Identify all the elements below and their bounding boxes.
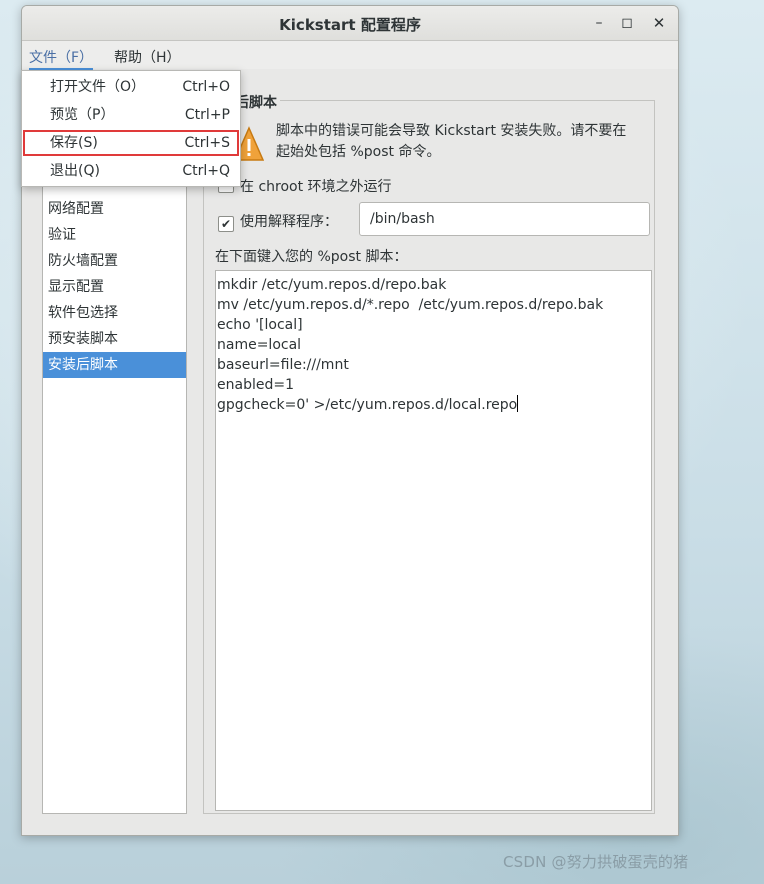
close-button[interactable]: ✕ [649,13,669,33]
chroot-label: 在 chroot 环境之外运行 [240,179,392,195]
title-bar[interactable]: Kickstart 配置程序 – ◻ ✕ [22,6,678,41]
sidebar-item-network[interactable]: 网络配置 [43,196,186,222]
menu-item-quit[interactable]: 退出(Q) Ctrl+Q [22,157,240,185]
menu-item-shortcut: Ctrl+O [182,79,230,95]
minimize-button[interactable]: – [589,13,609,33]
menu-item-shortcut: Ctrl+Q [182,163,230,179]
sidebar-item-display[interactable]: 显示配置 [43,274,186,300]
text-cursor [517,395,519,412]
menu-item-save[interactable]: 保存(S) Ctrl+S [22,129,240,157]
menu-item-shortcut: Ctrl+S [184,135,230,151]
interpreter-label: 使用解释程序： [240,214,338,230]
interpreter-row[interactable]: ✔ 使用解释程序： [218,211,338,232]
interpreter-checkbox[interactable]: ✔ [218,216,234,232]
menu-item-label: 预览（P） [50,107,115,123]
script-line: mv /etc/yum.repos.d/*.repo /etc/yum.repo… [217,297,604,313]
menu-help[interactable]: 帮助（H） [114,47,181,67]
menu-item-label: 保存(S) [50,135,98,151]
script-line: echo '[local] [217,317,303,333]
menu-item-label: 退出(Q) [50,163,100,179]
menu-bar: 文件（F） 帮助（H） [22,41,678,70]
script-line: enabled=1 [217,377,294,393]
menu-item-open[interactable]: 打开文件（O） Ctrl+O [22,73,240,101]
sidebar-item-post-script[interactable]: 安装后脚本 [43,352,186,378]
maximize-button[interactable]: ◻ [617,13,637,33]
category-list: 网络配置 验证 防火墙配置 显示配置 软件包选择 预安装脚本 安装后脚本 [42,178,187,814]
sidebar-item-firewall[interactable]: 防火墙配置 [43,248,186,274]
menu-item-preview[interactable]: 预览（P） Ctrl+P [22,101,240,129]
menu-item-shortcut: Ctrl+P [184,107,230,123]
script-line: name=local [217,337,302,353]
sidebar-item-packages[interactable]: 软件包选择 [43,300,186,326]
csdn-watermark: CSDN @努力拱破蛋壳的猪 [503,853,689,871]
menu-item-label: 打开文件（O） [50,79,146,95]
file-menu-dropdown: 打开文件（O） Ctrl+O 预览（P） Ctrl+P 保存(S) Ctrl+S… [21,70,241,187]
sidebar-item-auth[interactable]: 验证 [43,222,186,248]
warning-message: 脚本中的错误可能会导致 Kickstart 安装失败。请不要在起始处包括 %po… [276,123,627,160]
sidebar-item-pre-script[interactable]: 预安装脚本 [43,326,186,352]
chroot-row[interactable]: 在 chroot 环境之外运行 [218,176,392,196]
menu-file[interactable]: 文件（F） [29,47,94,70]
script-line: baseurl=file:///mnt [217,357,349,373]
interpreter-input[interactable]: /bin/bash [359,202,650,236]
window-title: Kickstart 配置程序 [279,16,421,34]
script-line: mkdir /etc/yum.repos.d/repo.bak [217,277,447,293]
script-line: gpgcheck=0' >/etc/yum.repos.d/local.repo [217,397,518,413]
post-script-editor[interactable]: mkdir /etc/yum.repos.d/repo.bak mv /etc/y… [215,270,652,811]
script-label: 在下面键入您的 %post 脚本： [215,249,408,265]
